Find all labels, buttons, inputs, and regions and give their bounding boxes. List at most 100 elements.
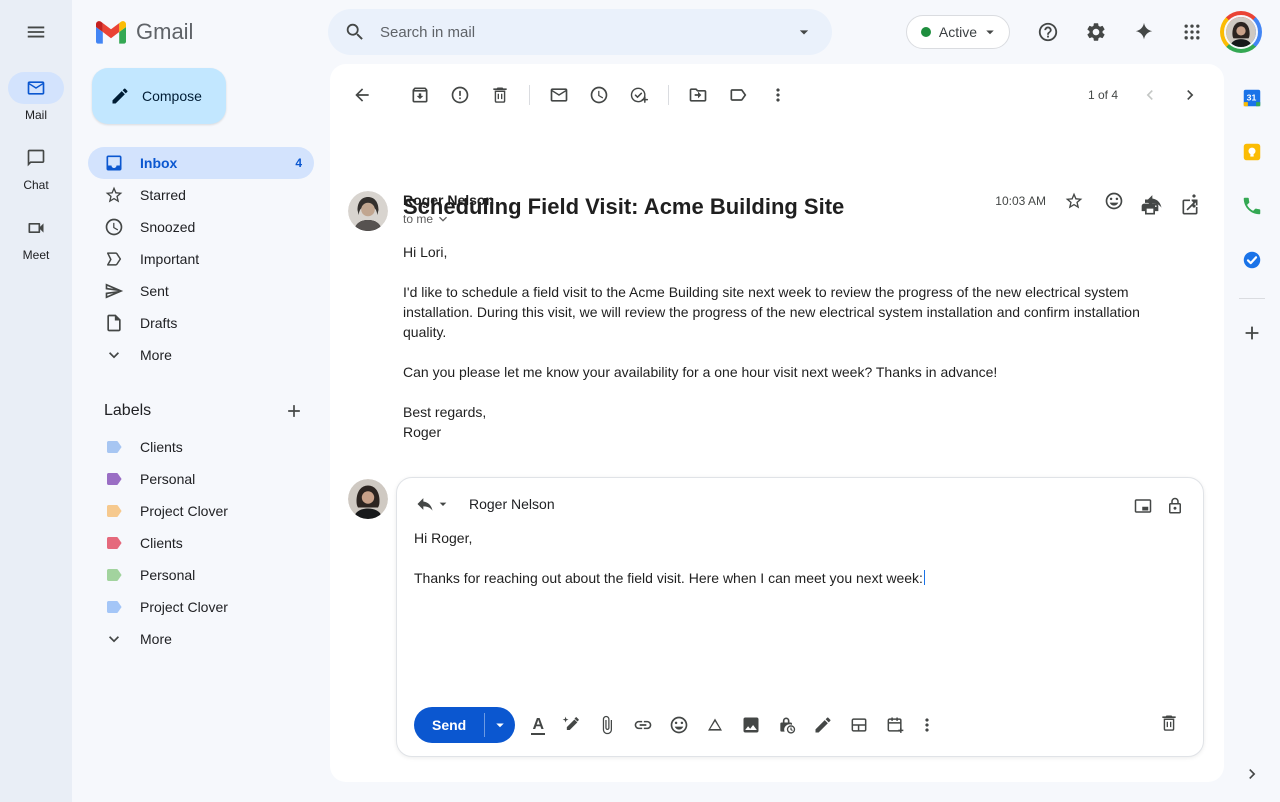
keep-button[interactable] <box>1232 132 1272 172</box>
add-to-tasks-icon <box>629 85 649 105</box>
insert-emoji-button[interactable] <box>661 707 697 743</box>
layouts-button[interactable] <box>841 707 877 743</box>
thread-pagination: 1 of 4 <box>1088 75 1210 115</box>
composer-toolbar: Send A <box>414 707 941 743</box>
sidebar-item-starred[interactable]: Starred <box>88 179 314 211</box>
sidebar-label-project-clover-2[interactable]: Project Clover <box>88 591 314 623</box>
voice-button[interactable] <box>1232 186 1272 226</box>
add-to-tasks-button[interactable] <box>619 75 659 115</box>
keep-icon <box>1241 141 1263 163</box>
labels-button[interactable] <box>718 75 758 115</box>
send-split-button: Send <box>414 707 515 743</box>
discard-draft-button[interactable] <box>1149 703 1189 743</box>
label-tag-icon <box>104 597 124 617</box>
gmail-logo[interactable]: Gmail <box>96 19 328 45</box>
status-selector[interactable]: Active <box>906 15 1010 49</box>
label-tag-icon <box>104 501 124 521</box>
label-list: Clients Personal Project Clover Clients … <box>88 431 314 655</box>
sidebar-item-more[interactable]: More <box>88 339 314 371</box>
sender-avatar[interactable] <box>348 191 388 231</box>
reply-recipient[interactable]: Roger Nelson <box>469 496 555 512</box>
insert-from-drive-button[interactable] <box>697 707 733 743</box>
toolbar-divider <box>668 85 669 105</box>
signature-pen-icon <box>813 715 833 735</box>
back-button[interactable] <box>342 75 382 115</box>
mark-unread-button[interactable] <box>539 75 579 115</box>
formatting-options-button[interactable]: A <box>523 707 553 743</box>
sidebar-label-personal-2[interactable]: Personal <box>88 559 314 591</box>
calendar-button[interactable] <box>1232 78 1272 118</box>
dropdown-icon <box>794 22 814 42</box>
composer-more-button[interactable] <box>913 707 941 743</box>
meet-camera-icon <box>26 218 46 238</box>
confidential-mode-button[interactable] <box>769 707 805 743</box>
active-status-dot <box>921 27 931 37</box>
message-more-button[interactable] <box>1174 181 1214 221</box>
attach-file-button[interactable] <box>589 707 625 743</box>
snooze-button[interactable] <box>579 75 619 115</box>
expand-side-panel-button[interactable] <box>1232 754 1272 794</box>
search-bar[interactable] <box>328 9 832 55</box>
propose-meeting-time-button[interactable] <box>877 707 913 743</box>
sidebar-label-personal-1[interactable]: Personal <box>88 463 314 495</box>
reply-type-selector[interactable] <box>411 490 455 518</box>
panel-divider <box>1239 298 1265 299</box>
sidebar-item-snoozed[interactable]: Snoozed <box>88 211 314 243</box>
star-message-button[interactable] <box>1054 181 1094 221</box>
mail-sidebar: Compose Inbox 4 Starred Snoozed Importan… <box>72 64 330 802</box>
report-spam-button[interactable] <box>440 75 480 115</box>
newer-thread-button[interactable] <box>1130 75 1170 115</box>
delete-button[interactable] <box>480 75 520 115</box>
reply-button[interactable] <box>1134 181 1174 221</box>
rail-item-label: Meet <box>23 248 50 262</box>
lock-icon <box>1166 497 1184 515</box>
emoji-reaction-button[interactable] <box>1094 181 1134 221</box>
older-thread-button[interactable] <box>1170 75 1210 115</box>
body-paragraph: Hi Lori, <box>403 242 1169 262</box>
sidebar-label-clients-1[interactable]: Clients <box>88 431 314 463</box>
recipient-details-toggle[interactable]: to me <box>403 211 494 227</box>
sidebar-item-drafts[interactable]: Drafts <box>88 307 314 339</box>
dropdown-icon <box>491 716 509 734</box>
tasks-button[interactable] <box>1232 240 1272 280</box>
reply-composer[interactable]: Roger Nelson Hi Roger, Thanks for reachi… <box>396 477 1204 757</box>
sidebar-item-inbox[interactable]: Inbox 4 <box>88 147 314 179</box>
sidebar-labels-more[interactable]: More <box>88 623 314 655</box>
get-addons-button[interactable] <box>1232 313 1272 353</box>
rail-item-mail[interactable]: Mail <box>8 72 64 122</box>
trash-icon <box>490 85 510 105</box>
more-options-button[interactable] <box>758 75 798 115</box>
reply-body-editor[interactable]: Hi Roger, Thanks for reaching out about … <box>414 528 1184 608</box>
compose-button[interactable]: Compose <box>92 68 226 124</box>
move-to-button[interactable] <box>678 75 718 115</box>
mail-pill <box>8 72 64 104</box>
page-count: 1 of 4 <box>1088 88 1118 102</box>
pop-out-reply-button[interactable] <box>1127 490 1159 522</box>
account-avatar-button[interactable] <box>1220 11 1262 53</box>
sidebar-item-important[interactable]: Important <box>88 243 314 275</box>
rail-item-meet[interactable]: Meet <box>8 212 64 262</box>
label-name: Project Clover <box>140 503 228 519</box>
sidebar-item-label: More <box>140 347 172 363</box>
insert-link-button[interactable] <box>625 707 661 743</box>
create-label-button[interactable] <box>278 395 310 427</box>
send-options-button[interactable] <box>485 707 515 743</box>
search-options-button[interactable] <box>786 14 822 50</box>
search-input[interactable] <box>380 24 786 41</box>
settings-button[interactable] <box>1072 8 1120 56</box>
sidebar-label-project-clover-1[interactable]: Project Clover <box>88 495 314 527</box>
help-me-write-button[interactable] <box>553 707 589 743</box>
sidebar-label-clients-2[interactable]: Clients <box>88 527 314 559</box>
insert-signature-button[interactable] <box>805 707 841 743</box>
main-menu-button[interactable] <box>16 12 56 52</box>
report-spam-icon <box>450 85 470 105</box>
send-button[interactable]: Send <box>414 707 484 743</box>
gemini-button[interactable] <box>1120 8 1168 56</box>
sidebar-item-sent[interactable]: Sent <box>88 275 314 307</box>
insert-photo-button[interactable] <box>733 707 769 743</box>
confidential-lock-button[interactable] <box>1159 490 1191 522</box>
rail-item-chat[interactable]: Chat <box>8 142 64 192</box>
google-apps-button[interactable] <box>1168 8 1216 56</box>
help-button[interactable] <box>1024 8 1072 56</box>
archive-button[interactable] <box>400 75 440 115</box>
